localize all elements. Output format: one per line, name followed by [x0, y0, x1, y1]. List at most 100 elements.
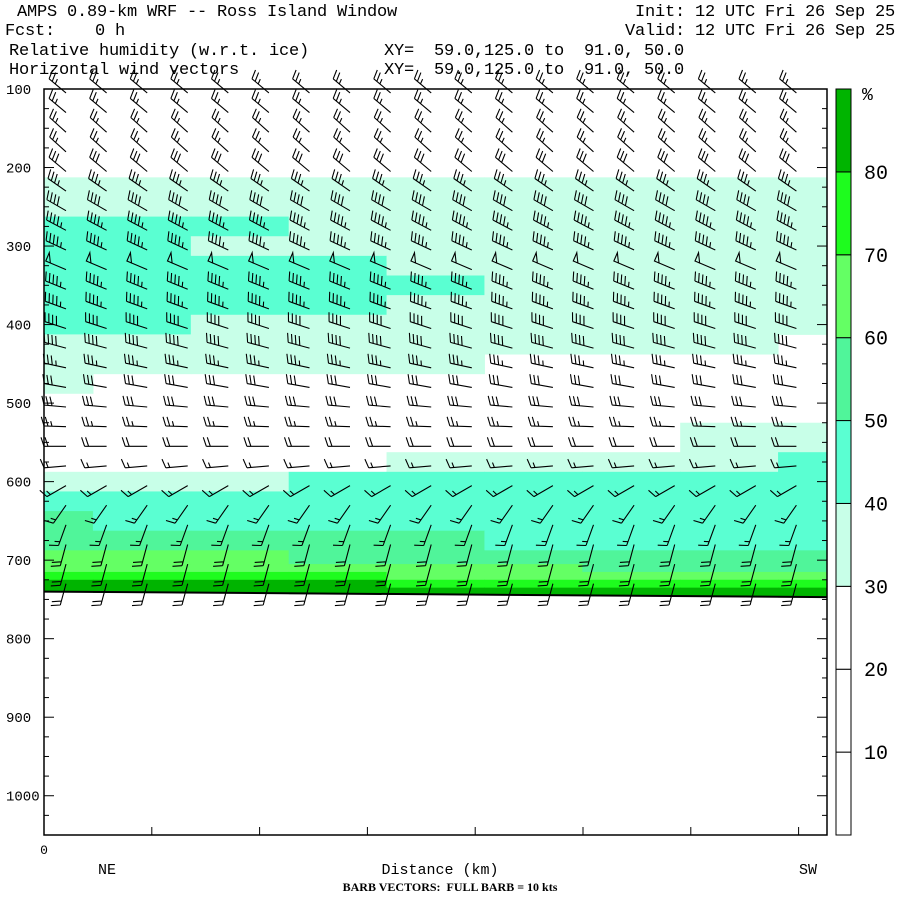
rh-cell	[484, 530, 583, 551]
rh-cell	[582, 471, 681, 492]
wind-barb	[529, 374, 553, 388]
wind-barb	[49, 128, 67, 153]
rh-cell	[778, 571, 828, 581]
rh-cell	[778, 422, 828, 453]
wind-barb	[251, 89, 270, 114]
rh-cell	[582, 177, 681, 198]
rh-cell	[680, 334, 779, 355]
wind-barb	[40, 416, 67, 428]
wind-barb	[568, 416, 594, 428]
colorbar-swatch	[835, 254, 852, 339]
colorbar-swatch	[835, 668, 852, 753]
colorbar-label: 50	[864, 412, 888, 435]
wind-barb	[610, 353, 635, 369]
wind-barb	[487, 395, 513, 408]
rh-cell	[386, 177, 485, 198]
wind-barb	[732, 374, 756, 388]
wind-barb	[129, 148, 148, 172]
wind-barb	[697, 148, 716, 172]
wind-barb	[535, 148, 554, 172]
wind-barb	[170, 128, 189, 153]
rh-cell	[190, 579, 290, 589]
wind-barb	[738, 128, 757, 153]
rh-cell	[386, 571, 485, 581]
rh-cell	[386, 295, 485, 316]
rh-cell	[484, 571, 583, 581]
wind-barb	[285, 374, 310, 388]
wind-barb	[122, 395, 148, 408]
rh-cell	[386, 579, 485, 589]
rh-cell	[190, 255, 290, 276]
colorbar-swatch	[835, 88, 852, 173]
wind-barb	[568, 395, 594, 408]
wind-barb	[284, 416, 310, 428]
x-left-direction-label: NE	[98, 862, 116, 879]
rh-cell	[778, 452, 828, 473]
rh-cell	[484, 491, 583, 512]
rh-cell	[582, 314, 681, 335]
wind-barb	[406, 395, 432, 408]
rh-cell	[778, 579, 828, 589]
wind-barb	[488, 374, 513, 388]
rh-cell	[190, 564, 290, 573]
wind-barb	[487, 416, 513, 428]
rh-cell	[190, 530, 290, 551]
wind-barb	[413, 89, 432, 114]
wind-barb	[292, 89, 310, 114]
wind-barb	[657, 108, 676, 133]
y-tick-label: 400	[6, 319, 31, 335]
rh-cell	[44, 530, 94, 551]
rh-cell	[582, 196, 681, 218]
wind-barb	[650, 395, 675, 408]
wind-barb	[242, 458, 269, 469]
rh-cell	[288, 491, 388, 512]
wind-barb	[570, 353, 594, 369]
wind-barb	[244, 395, 269, 408]
rh-cell	[386, 491, 485, 512]
wind-barb	[616, 148, 635, 172]
colorbar: 10 20 30 40 50 60 70 80%	[835, 86, 888, 836]
colorbar-swatch	[835, 337, 852, 422]
wind-barb	[446, 437, 472, 447]
chart-figure: AMPS 0.89-km WRF -- Ross Island Window I…	[0, 0, 900, 900]
colorbar-swatch	[835, 751, 852, 836]
wind-barb	[123, 374, 148, 388]
rh-cell	[386, 275, 485, 296]
rh-cell	[386, 334, 485, 355]
wind-barb	[170, 89, 189, 114]
colorbar-swatch	[835, 171, 852, 256]
colorbar-swatch	[835, 585, 852, 670]
rh-cell	[680, 314, 779, 335]
rh-cell	[190, 236, 290, 257]
wind-barb	[81, 416, 107, 428]
wind-barb	[49, 108, 67, 133]
wind-barb	[698, 108, 716, 133]
rh-cell	[190, 511, 290, 532]
wind-barb	[414, 128, 432, 153]
wind-barb	[732, 353, 756, 369]
colorbar-label: 60	[864, 329, 888, 352]
x-axis-title: Distance (km)	[381, 862, 498, 879]
rh-cell	[386, 196, 485, 218]
wind-barb	[365, 416, 391, 428]
y-tick-label: 600	[6, 476, 31, 492]
rh-cell	[92, 255, 192, 276]
rh-cell	[44, 216, 94, 237]
rh-cell	[680, 196, 779, 218]
rh-cell	[92, 530, 192, 551]
rh-cell	[386, 471, 485, 492]
wind-barb	[528, 395, 553, 408]
colorbar-unit: %	[862, 86, 873, 106]
rh-cell	[484, 471, 583, 492]
rh-cell	[680, 177, 779, 198]
wind-barb	[690, 395, 716, 408]
wind-barb	[454, 128, 473, 153]
wind-barb	[486, 437, 513, 447]
wind-barb	[283, 437, 310, 447]
wind-barb	[324, 416, 351, 428]
wind-barb	[454, 89, 473, 114]
wind-barb	[365, 437, 391, 447]
wind-barb	[324, 437, 350, 447]
y-tick-label: 900	[6, 711, 31, 727]
rh-cell	[484, 452, 583, 473]
